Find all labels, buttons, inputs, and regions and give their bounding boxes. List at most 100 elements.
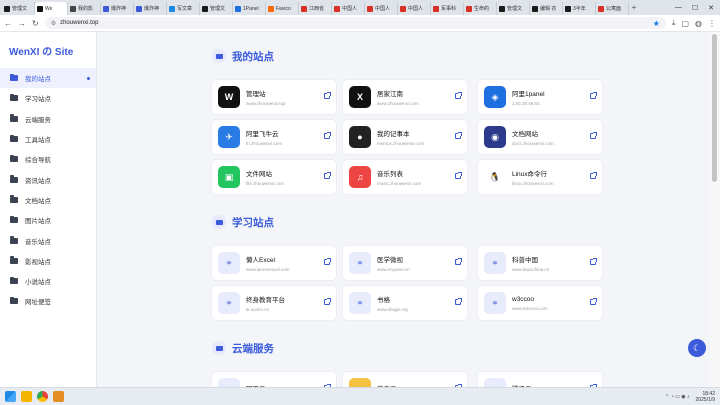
browser-tab[interactable]: 中国人 <box>332 2 365 15</box>
scrollbar[interactable] <box>710 32 720 387</box>
sidebar-item[interactable]: 图片站点 <box>0 210 96 230</box>
file-explorer-icon[interactable] <box>21 391 32 402</box>
site-card[interactable]: ⚭ 终身教育平台 le.ouchn.cn <box>212 286 336 320</box>
external-link-icon[interactable] <box>590 172 597 179</box>
browser-tab[interactable]: 编辑 衣 <box>530 2 563 15</box>
new-tab-button[interactable]: + <box>629 3 639 12</box>
sidebar-item[interactable]: 我的站点 <box>0 68 96 89</box>
sidebar-item[interactable]: 工具站点 <box>0 129 96 149</box>
sidebar-item[interactable]: 综合导航 <box>0 149 96 169</box>
external-link-icon[interactable] <box>455 172 462 179</box>
site-info-icon[interactable]: ⚙ <box>51 20 56 27</box>
browser-tab[interactable]: 爆炸神 <box>101 2 134 15</box>
menu-icon[interactable]: ⋮ <box>708 19 716 28</box>
browser-tab[interactable]: 中国人 <box>365 2 398 15</box>
site-card[interactable]: ♫ 音乐列表 music.zhouwenxi.com <box>343 160 467 194</box>
browser-tab[interactable]: 江西省 <box>299 2 332 15</box>
external-link-icon[interactable] <box>455 258 462 265</box>
browser-tab[interactable]: 生命的 <box>464 2 497 15</box>
external-link-icon[interactable] <box>590 298 597 305</box>
external-link-icon[interactable] <box>324 172 331 179</box>
maximize-icon[interactable]: ☐ <box>692 4 698 12</box>
site-card[interactable]: ⚭ w3ccoo www.w3ccoo.com <box>478 286 602 320</box>
folder-icon <box>10 296 18 305</box>
clock[interactable]: 18:42 2025/1/9 <box>696 391 715 403</box>
site-card[interactable]: ✈ 阿里飞牛云 fn.zhouwenxi.com <box>212 120 336 154</box>
scrollbar-thumb[interactable] <box>712 34 717 182</box>
back-icon[interactable]: ← <box>4 19 12 28</box>
site-url: www.zhouwenxi.top <box>246 101 286 106</box>
external-link-icon[interactable] <box>455 132 462 139</box>
browser-tab[interactable]: We <box>35 2 68 15</box>
profile-icon[interactable]: ◍ <box>695 19 702 28</box>
site-card[interactable]: ⚭阿里云 <box>212 372 336 387</box>
tab-label: 编辑 衣 <box>540 6 557 12</box>
browser-tab[interactable]: 3半年 <box>563 2 596 15</box>
external-link-icon[interactable] <box>324 92 331 99</box>
browser-tab[interactable]: 我的影 <box>68 2 101 15</box>
sidebar-item[interactable]: 文档站点 <box>0 190 96 210</box>
site-card[interactable]: ⚭腾讯云 <box>478 372 602 387</box>
sidebar-item[interactable]: 影视站点 <box>0 251 96 271</box>
sidebar-item[interactable]: 小说站点 <box>0 271 96 291</box>
sidebar-item[interactable]: 音乐站点 <box>0 230 96 250</box>
external-link-icon[interactable] <box>324 298 331 305</box>
external-link-icon[interactable] <box>324 258 331 265</box>
browser-tab[interactable]: Favico <box>266 2 299 15</box>
chrome-icon[interactable] <box>37 391 48 402</box>
external-link-icon[interactable] <box>590 132 597 139</box>
sidebar-item[interactable]: 网址便签 <box>0 291 96 311</box>
bookmark-star-icon[interactable]: ★ <box>653 19 660 28</box>
site-name: 文件网站 <box>246 171 272 178</box>
tab-favicon-icon <box>433 5 439 12</box>
browser-tab[interactable]: 公寓面 <box>596 2 629 15</box>
site-name: 阿里1panel <box>512 91 545 98</box>
site-card[interactable]: ⚭ 懒人Excel www.lanrenexcel.com <box>212 246 336 280</box>
external-link-icon[interactable] <box>590 92 597 99</box>
external-link-icon[interactable] <box>455 298 462 305</box>
reload-icon[interactable]: ↻ <box>32 19 39 28</box>
folder-icon <box>10 236 18 244</box>
download-icon[interactable]: ⤓ <box>672 18 676 28</box>
external-link-icon[interactable] <box>324 132 331 139</box>
url-field[interactable]: ⚙ zhouwenxi.top ★ <box>44 17 666 29</box>
app-icon[interactable] <box>53 391 64 402</box>
site-card[interactable]: W 管理站 www.zhouwenxi.top <box>212 80 336 114</box>
browser-tab[interactable]: 中国人 <box>398 2 431 15</box>
start-icon[interactable] <box>5 391 16 402</box>
site-card[interactable]: ● 我的记事本 memos.zhouwenxi.com <box>343 120 467 154</box>
site-card[interactable]: ◉ 文档网站 docs.zhouwenxi.com <box>478 120 602 154</box>
sidebar-item-label: 网址便签 <box>25 299 51 307</box>
browser-tab[interactable]: 管理文 <box>497 2 530 15</box>
minimize-icon[interactable]: — <box>675 4 682 12</box>
site-card[interactable]: ▣ 文件网站 file.zhouwenxi.com <box>212 160 336 194</box>
browser-tab[interactable]: 管理文 <box>2 2 35 15</box>
external-link-icon[interactable] <box>455 92 462 99</box>
browser-tab[interactable]: 军事科 <box>431 2 464 15</box>
site-logo[interactable]: WenXI の Site <box>0 32 96 68</box>
browser-tab[interactable]: 写文章 <box>167 2 200 15</box>
site-card[interactable]: ☁蓝奏云 <box>343 372 467 387</box>
site-logo-icon: W <box>218 86 240 108</box>
forward-icon[interactable]: → <box>18 19 26 28</box>
browser-tab[interactable]: 1Panel <box>233 2 266 15</box>
site-card[interactable]: ⚭ 书格 www.shuge.org <box>343 286 467 320</box>
tray-icons[interactable]: ⌃ ◔ ▭ ◉ ♪ <box>665 394 689 400</box>
sidebar-item[interactable]: 云端服务 <box>0 109 96 129</box>
tab-label: 江西省 <box>309 6 325 12</box>
site-card[interactable]: X 居家江南 www.zhouwenxi.com <box>343 80 467 114</box>
site-card[interactable]: 🐧 Linux命令行 linux.zhouwenxi.com <box>478 160 602 194</box>
site-card[interactable]: ⚭ 医学微视 www.mvyxws.cn <box>343 246 467 280</box>
dark-mode-toggle-icon[interactable]: ☾ <box>688 339 706 357</box>
browser-tab[interactable]: 爆炸神 <box>134 2 167 15</box>
close-icon[interactable]: ✕ <box>708 4 714 12</box>
browser-tab[interactable]: 管理文 <box>200 2 233 15</box>
folder-icon <box>10 154 18 163</box>
sidebar-item[interactable]: 资讯站点 <box>0 169 96 189</box>
site-card[interactable]: ⚭ 科普中国 www.kepuchina.cn <box>478 246 602 280</box>
extensions-icon[interactable]: ▢ <box>681 19 689 28</box>
site-name: 科普中国 <box>512 257 538 264</box>
sidebar-item[interactable]: 学习站点 <box>0 88 96 108</box>
external-link-icon[interactable] <box>590 258 597 265</box>
site-card[interactable]: ◈ 阿里1panel 1.92.26.48.93 <box>478 80 602 114</box>
